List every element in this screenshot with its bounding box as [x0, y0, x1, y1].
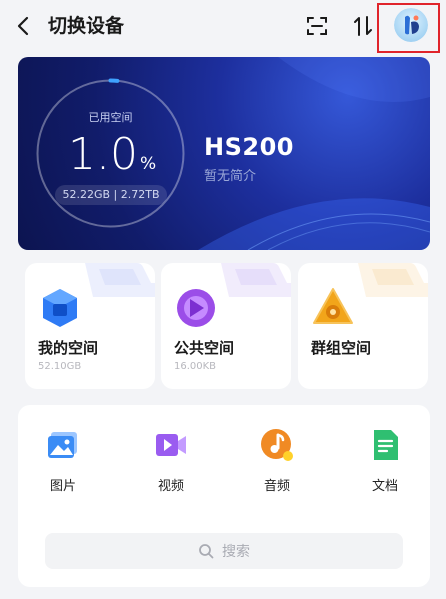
music-icon	[261, 429, 293, 461]
highlight-box	[377, 3, 440, 53]
folder-tab-decoration	[358, 263, 428, 297]
space-card-group[interactable]: 群组空间	[298, 263, 428, 389]
back-button[interactable]	[10, 12, 38, 40]
category-audio[interactable]: 音频	[242, 427, 312, 494]
space-card-my[interactable]: 我的空间 52.10GB	[25, 263, 155, 389]
search-input[interactable]: 搜索	[45, 533, 403, 569]
search-icon	[199, 544, 214, 559]
video-icon	[156, 434, 186, 456]
folder-tab-decoration	[85, 263, 155, 297]
group-space-icon	[313, 288, 353, 324]
public-space-icon	[177, 289, 215, 327]
scan-button[interactable]	[303, 12, 331, 40]
space-name: 群组空间	[311, 339, 372, 357]
page-title: 切换设备	[48, 15, 125, 37]
category-documents[interactable]: 文档	[350, 427, 420, 494]
capacity-badge: 52.22GB | 2.72TB	[55, 185, 167, 205]
chevron-left-icon	[17, 16, 29, 36]
search-placeholder: 搜索	[222, 544, 250, 560]
file-categories-panel: 图片 视频 音频 文档 搜索	[18, 405, 430, 587]
scan-icon	[307, 17, 327, 35]
space-name: 我的空间	[38, 339, 99, 357]
category-images[interactable]: 图片	[28, 427, 98, 494]
category-label: 视频	[157, 479, 184, 494]
category-label: 音频	[263, 479, 290, 494]
space-size: 16.00KB	[174, 361, 217, 372]
used-percent-unit: %	[140, 154, 157, 174]
used-space-label: 已用空间	[88, 111, 133, 124]
space-name: 公共空间	[174, 339, 235, 357]
my-space-icon	[43, 289, 77, 327]
category-label: 图片	[49, 479, 76, 494]
category-videos[interactable]: 视频	[136, 427, 206, 494]
folder-tab-decoration	[221, 263, 291, 297]
sort-icon	[354, 16, 372, 36]
space-size: 52.10GB	[38, 361, 82, 372]
category-label: 文档	[371, 479, 398, 494]
document-icon	[374, 430, 398, 460]
sort-button[interactable]	[349, 12, 377, 40]
space-card-public[interactable]: 公共空间 16.00KB	[161, 263, 291, 389]
image-icon	[48, 432, 77, 458]
device-banner[interactable]: 已用空间 1.0 % 52.22GB | 2.72TB HS200 暂无简介	[18, 57, 430, 250]
device-name: HS200	[204, 133, 294, 161]
device-description: 暂无简介	[204, 169, 257, 184]
